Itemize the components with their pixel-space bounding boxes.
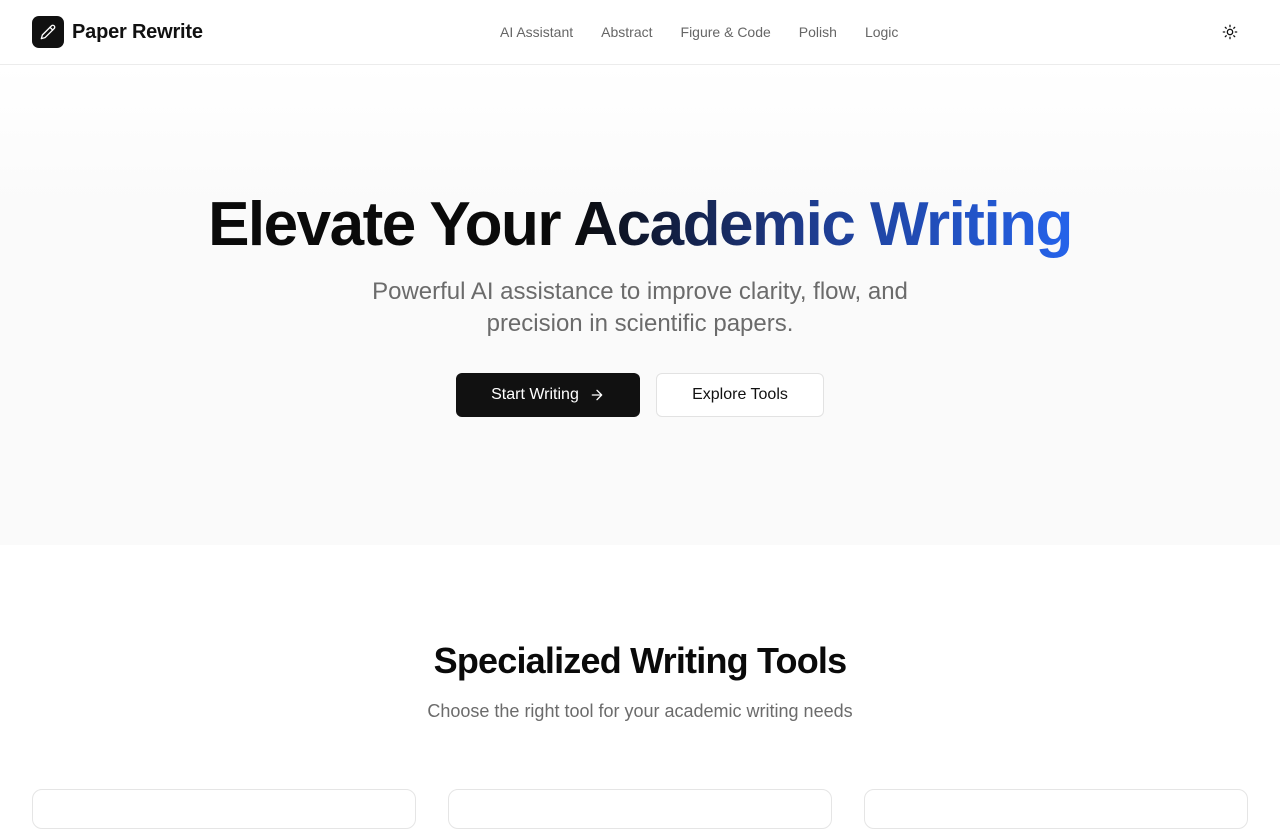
nav-item-polish[interactable]: Polish	[799, 22, 837, 42]
tools-section-subtitle: Choose the right tool for your academic …	[427, 701, 853, 721]
nav-item-ai-assistant[interactable]: AI Assistant	[500, 22, 573, 42]
start-writing-label: Start Writing	[491, 386, 579, 403]
arrow-right-icon	[591, 389, 603, 401]
tool-card[interactable]	[864, 789, 1248, 829]
hero-subtitle: Powerful AI assistance to improve clarit…	[372, 278, 908, 337]
hero-section: Elevate Your Academic Writing Powerful A…	[0, 65, 1280, 545]
tools-section-title: Specialized Writing Tools	[433, 640, 848, 681]
brand-logo[interactable]: Paper Rewrite	[32, 16, 203, 48]
nav-item-abstract[interactable]: Abstract	[601, 22, 652, 42]
hero-title: Elevate Your Academic Writing	[0, 190, 1280, 260]
pencil-icon	[32, 16, 64, 48]
explore-tools-label: Explore Tools	[692, 386, 788, 403]
tool-card[interactable]	[32, 789, 416, 829]
main-nav: AI Assistant Abstract Figure & Code Poli…	[500, 22, 898, 42]
nav-item-figure-code[interactable]: Figure & Code	[681, 22, 771, 42]
hero-title-lead: Elevate Your	[208, 190, 574, 259]
nav-item-logic[interactable]: Logic	[865, 22, 898, 42]
explore-tools-button[interactable]: Explore Tools	[656, 373, 824, 417]
sun-icon	[1222, 24, 1238, 40]
start-writing-button[interactable]: Start Writing	[456, 373, 640, 417]
brand-name: Paper Rewrite	[72, 20, 203, 43]
hero-title-highlight: Academic Writing	[573, 190, 1073, 259]
tool-card[interactable]	[448, 789, 832, 829]
theme-toggle-button[interactable]	[1214, 16, 1246, 48]
top-navbar: Paper Rewrite AI Assistant Abstract Figu…	[0, 0, 1280, 65]
